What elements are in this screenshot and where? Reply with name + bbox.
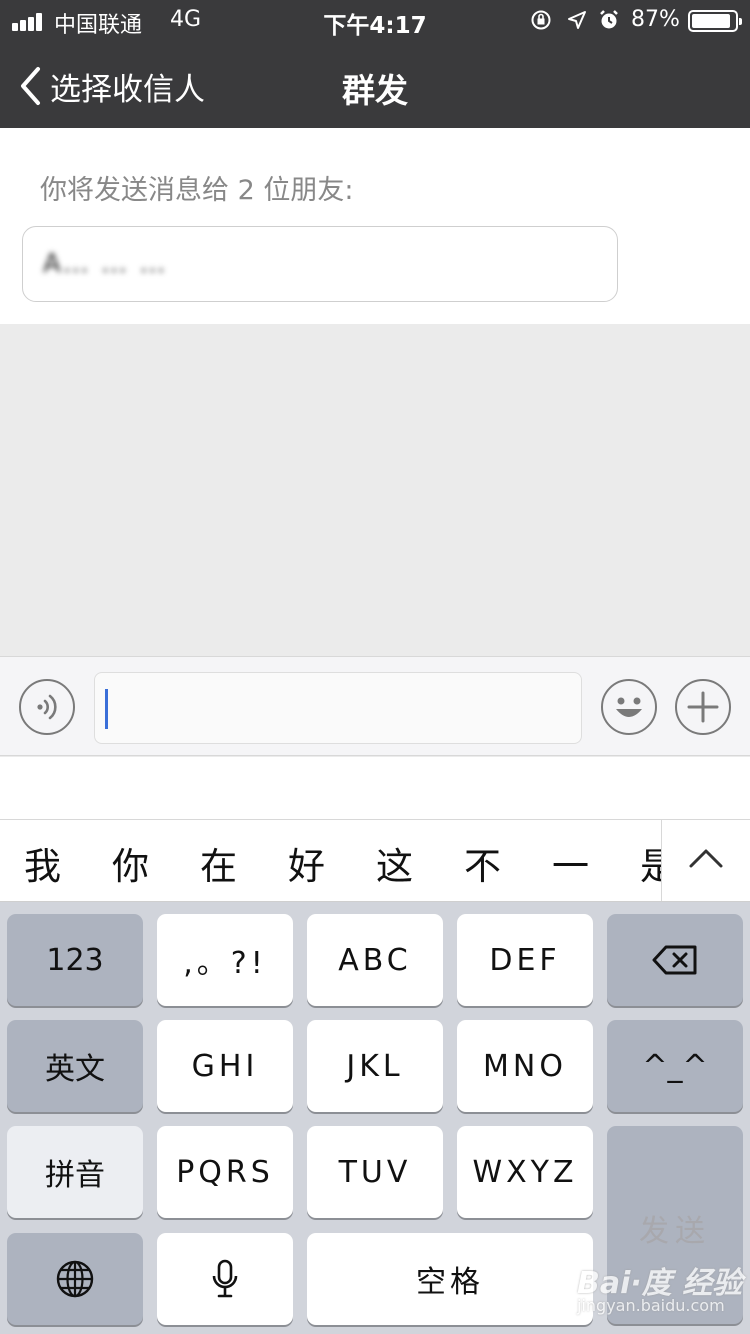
emoji-button[interactable] [601,679,657,735]
emoji-icon [616,697,642,717]
more-button[interactable] [675,679,731,735]
candidate-word[interactable]: 一 [552,836,589,890]
recipient-names-blurred: A… … … [43,249,168,279]
key-ghi[interactable]: GHI [157,1020,293,1112]
key-tuv[interactable]: TUV [307,1126,443,1218]
space-key[interactable]: 空格 [307,1233,593,1325]
candidate-word[interactable]: 你 [112,836,149,890]
text-caret [105,689,108,729]
key-english[interactable]: 英文 [7,1020,143,1112]
top-bar: 中国联通 4G 下午4:17 87% 选择收信人 群发 [0,0,750,128]
globe-key[interactable] [7,1233,143,1325]
candidate-word[interactable]: 好 [288,836,325,890]
voice-icon [37,694,57,720]
input-spacer [0,757,750,819]
message-input-bar [0,656,750,756]
plus-icon [687,691,719,723]
key-123[interactable]: 123 [7,914,143,1006]
key-mno[interactable]: MNO [457,1020,593,1112]
message-input[interactable] [94,672,582,744]
key-wxyz[interactable]: WXYZ [457,1126,593,1218]
alarm-icon [598,9,620,31]
key-punctuation[interactable]: ,。?! [157,914,293,1006]
battery-percent: 87% [631,7,680,32]
recipients-intro: 你将发送消息给 2 位朋友: [40,175,354,206]
baidu-jingyan-watermark: Bai·度 经验 jingyan.baidu.com [577,1258,747,1320]
candidate-word[interactable]: 在 [200,836,237,890]
candidate-word[interactable]: 我 [24,836,61,890]
key-abc[interactable]: ABC [307,914,443,1006]
orientation-lock-icon [530,9,552,31]
recipients-list: A… … … [22,226,618,302]
page-title: 群发 [342,71,408,110]
voice-button[interactable] [19,679,75,735]
status-bar: 中国联通 4G 下午4:17 87% [0,0,750,42]
backspace-key[interactable] [607,914,743,1006]
chevron-up-icon [689,849,723,868]
globe-icon [56,1260,94,1298]
backspace-icon [652,945,697,975]
candidate-word[interactable]: 不 [464,836,501,890]
battery-icon [688,10,742,32]
candidate-word[interactable]: 这 [376,836,413,890]
key-pinyin[interactable]: 拼音 [7,1126,143,1218]
expand-candidates-button[interactable] [661,820,750,901]
key-jkl[interactable]: JKL [307,1020,443,1112]
key-pqrs[interactable]: PQRS [157,1126,293,1218]
microphone-key[interactable] [157,1233,293,1325]
watermark-url: jingyan.baidu.com [577,1296,725,1315]
location-icon [566,9,588,31]
navigation-bar: 选择收信人 群发 [0,42,750,128]
candidate-bar: 我 你 在 好 这 不 一 是 [0,819,750,902]
key-emoticon[interactable]: ^_^ [607,1020,743,1112]
recipients-panel: 你将发送消息给 2 位朋友: A… … … [0,128,750,324]
key-def[interactable]: DEF [457,914,593,1006]
microphone-icon [212,1259,238,1298]
